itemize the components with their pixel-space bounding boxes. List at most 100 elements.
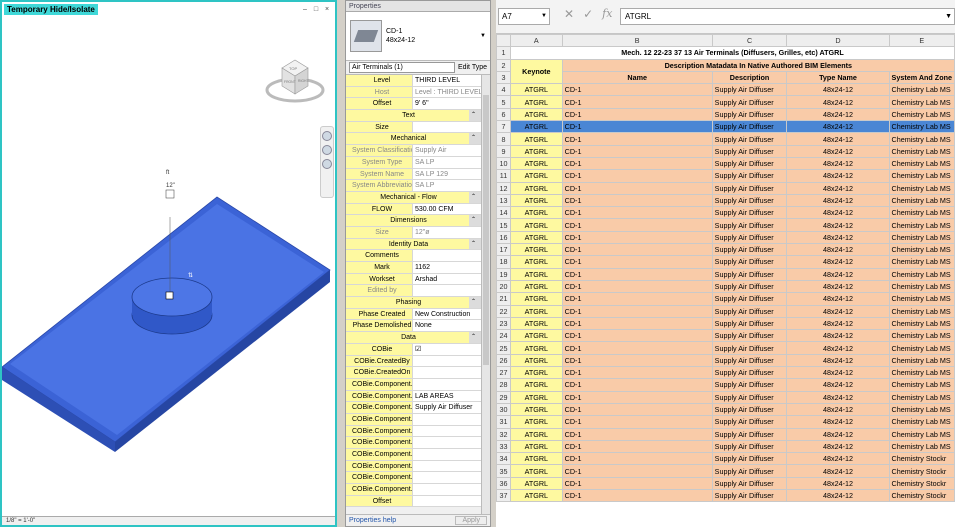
type-name-cell[interactable]: 48x24-12 bbox=[786, 243, 890, 257]
type-selector[interactable]: CD-1 48x24-12 ▼ bbox=[346, 12, 490, 61]
row-header[interactable]: 35 bbox=[496, 464, 511, 478]
system-zone-cell[interactable]: Chemistry Lab MS bbox=[888, 193, 955, 208]
table-row[interactable]: 28 ATGRL CD-1 Supply Air Diffuser 48x24-12 Ch… bbox=[496, 378, 955, 392]
keynote-cell[interactable]: ATGRL bbox=[509, 132, 563, 146]
name-cell[interactable]: CD-1 bbox=[561, 316, 713, 331]
name-cell[interactable]: CD-1 bbox=[561, 452, 713, 466]
system-zone-cell[interactable]: Chemistry Stockr bbox=[888, 488, 955, 503]
row-header[interactable]: 14 bbox=[496, 206, 511, 220]
name-cell[interactable]: CD-1 bbox=[561, 243, 713, 257]
column-header[interactable]: E bbox=[888, 34, 955, 48]
row-header[interactable]: 25 bbox=[496, 341, 511, 355]
description-cell[interactable]: Supply Air Diffuser bbox=[711, 329, 788, 343]
collapse-icon[interactable]: ⌃ bbox=[469, 110, 481, 121]
system-zone-cell[interactable]: Chemistry Lab MS bbox=[888, 120, 955, 134]
description-cell[interactable]: Supply Air Diffuser bbox=[711, 83, 788, 97]
table-row[interactable]: 29 ATGRL CD-1 Supply Air Diffuser 48x24-12 Ch… bbox=[496, 390, 955, 404]
row-header[interactable]: 13 bbox=[496, 193, 511, 208]
description-cell[interactable]: Supply Air Diffuser bbox=[711, 316, 788, 331]
system-zone-cell[interactable]: Chemistry Lab MS bbox=[888, 292, 955, 306]
type-name-cell[interactable]: 48x24-12 bbox=[786, 378, 890, 392]
enter-icon[interactable]: ✓ bbox=[583, 7, 593, 21]
property-value[interactable] bbox=[413, 122, 481, 133]
system-zone-cell[interactable]: Chemistry Lab MS bbox=[888, 378, 955, 392]
type-name-cell[interactable]: 48x24-12 bbox=[786, 107, 890, 122]
description-cell[interactable]: Supply Air Diffuser bbox=[711, 402, 788, 417]
table-row[interactable]: 8 ATGRL CD-1 Supply Air Diffuser 48x24-12 Che… bbox=[496, 132, 955, 146]
table-row[interactable]: 12 ATGRL CD-1 Supply Air Diffuser 48x24-12 Ch… bbox=[496, 181, 955, 195]
keynote-cell[interactable]: ATGRL bbox=[509, 304, 563, 318]
table-row[interactable]: 23 ATGRL CD-1 Supply Air Diffuser 48x24-12 Ch… bbox=[496, 316, 955, 331]
property-value[interactable] bbox=[413, 414, 481, 425]
description-cell[interactable]: Supply Air Diffuser bbox=[711, 255, 788, 269]
description-cell[interactable]: Supply Air Diffuser bbox=[711, 439, 788, 454]
row-header[interactable]: 8 bbox=[496, 132, 511, 146]
system-zone-cell[interactable]: Chemistry Lab MS bbox=[888, 132, 955, 146]
name-cell[interactable]: CD-1 bbox=[561, 341, 713, 355]
table-row[interactable]: 33 ATGRL CD-1 Supply Air Diffuser 48x24-12 Ch… bbox=[496, 439, 955, 454]
row-header[interactable]: 29 bbox=[496, 390, 511, 404]
column-title-cell[interactable]: Description bbox=[711, 70, 788, 85]
description-cell[interactable]: Supply Air Diffuser bbox=[711, 341, 788, 355]
name-cell[interactable]: CD-1 bbox=[561, 156, 713, 171]
property-value[interactable]: Arshad bbox=[413, 274, 481, 285]
row-header[interactable]: 20 bbox=[496, 279, 511, 294]
name-cell[interactable]: CD-1 bbox=[561, 230, 713, 245]
description-cell[interactable]: Supply Air Diffuser bbox=[711, 267, 788, 281]
system-zone-cell[interactable]: Chemistry Lab MS bbox=[888, 329, 955, 343]
type-name-cell[interactable]: 48x24-12 bbox=[786, 144, 890, 158]
description-cell[interactable]: Supply Air Diffuser bbox=[711, 378, 788, 392]
property-group-header[interactable]: Mechanical ⌃ bbox=[346, 133, 481, 146]
row-header[interactable]: 12 bbox=[496, 181, 511, 195]
type-name-cell[interactable]: 48x24-12 bbox=[786, 439, 890, 454]
table-row[interactable]: 7 ATGRL CD-1 Supply Air Diffuser 48x24-12 Che… bbox=[496, 120, 955, 134]
property-group-header[interactable]: Dimensions ⌃ bbox=[346, 215, 481, 227]
keynote-cell[interactable]: ATGRL bbox=[509, 464, 563, 478]
type-name-cell[interactable]: 48x24-12 bbox=[786, 120, 890, 134]
element-grip-icon[interactable] bbox=[165, 291, 174, 300]
table-row[interactable]: 21 ATGRL CD-1 Supply Air Diffuser 48x24-12 Ch… bbox=[496, 292, 955, 306]
table-row[interactable]: 27 ATGRL CD-1 Supply Air Diffuser 48x24-12 Ch… bbox=[496, 366, 955, 380]
table-row[interactable]: 36 ATGRL CD-1 Supply Air Diffuser 48x24-12 Ch… bbox=[496, 476, 955, 490]
keynote-cell[interactable]: ATGRL bbox=[509, 488, 563, 503]
table-row[interactable]: 19 ATGRL CD-1 Supply Air Diffuser 48x24-12 Ch… bbox=[496, 267, 955, 281]
row-header[interactable]: 17 bbox=[496, 243, 511, 257]
row-header[interactable]: 22 bbox=[496, 304, 511, 318]
keynote-cell[interactable]: ATGRL bbox=[509, 181, 563, 195]
table-row[interactable]: 13 ATGRL CD-1 Supply Air Diffuser 48x24-12 Ch… bbox=[496, 193, 955, 208]
system-zone-cell[interactable]: Chemistry Lab MS bbox=[888, 390, 955, 404]
row-header[interactable]: 4 bbox=[496, 83, 511, 97]
name-cell[interactable]: CD-1 bbox=[561, 476, 713, 490]
type-name-cell[interactable]: 48x24-12 bbox=[786, 279, 890, 294]
column-header[interactable]: B bbox=[561, 34, 713, 48]
collapse-icon[interactable]: ⌃ bbox=[469, 239, 481, 250]
row-header[interactable]: 15 bbox=[496, 218, 511, 232]
cancel-icon[interactable]: ✕ bbox=[564, 7, 574, 21]
description-cell[interactable]: Supply Air Diffuser bbox=[711, 427, 788, 441]
keynote-cell[interactable]: ATGRL bbox=[509, 169, 563, 183]
table-row[interactable]: 10 ATGRL CD-1 Supply Air Diffuser 48x24-12 Ch… bbox=[496, 156, 955, 171]
keynote-cell[interactable]: ATGRL bbox=[509, 107, 563, 122]
table-row[interactable]: 24 ATGRL CD-1 Supply Air Diffuser 48x24-12 Ch… bbox=[496, 329, 955, 343]
property-value[interactable]: LAB AREAS bbox=[413, 391, 481, 402]
type-name-cell[interactable]: 48x24-12 bbox=[786, 267, 890, 281]
row-header[interactable]: 19 bbox=[496, 267, 511, 281]
collapse-icon[interactable]: ⌃ bbox=[469, 297, 481, 308]
property-value[interactable] bbox=[413, 356, 481, 367]
system-zone-cell[interactable]: Chemistry Lab MS bbox=[888, 439, 955, 454]
row-header[interactable]: 5 bbox=[496, 95, 511, 109]
type-name-cell[interactable]: 48x24-12 bbox=[786, 156, 890, 171]
type-name-cell[interactable]: 48x24-12 bbox=[786, 464, 890, 478]
type-name-cell[interactable]: 48x24-12 bbox=[786, 415, 890, 429]
keynote-cell[interactable]: ATGRL bbox=[509, 329, 563, 343]
property-group-header[interactable]: Mechanical - Flow ⌃ bbox=[346, 191, 481, 204]
type-name-cell[interactable]: 48x24-12 bbox=[786, 427, 890, 441]
description-cell[interactable]: Supply Air Diffuser bbox=[711, 488, 788, 503]
type-name-cell[interactable]: 48x24-12 bbox=[786, 316, 890, 331]
system-zone-cell[interactable]: Chemistry Lab MS bbox=[888, 95, 955, 109]
name-cell[interactable]: CD-1 bbox=[561, 193, 713, 208]
row-header[interactable]: 23 bbox=[496, 316, 511, 331]
type-name-cell[interactable]: 48x24-12 bbox=[786, 329, 890, 343]
row-header[interactable]: 7 bbox=[496, 120, 511, 134]
name-cell[interactable]: CD-1 bbox=[561, 488, 713, 503]
